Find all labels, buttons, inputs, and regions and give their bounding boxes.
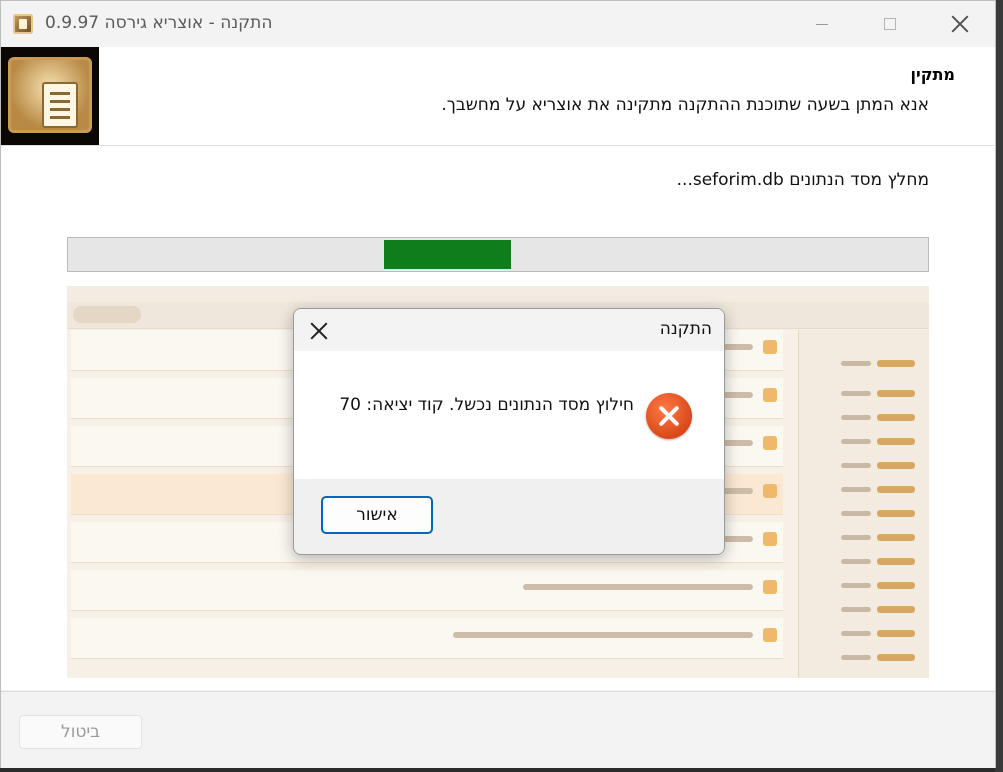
maximize-button[interactable]	[867, 1, 913, 47]
close-button[interactable]	[937, 1, 983, 47]
progress-bar-fill	[384, 240, 511, 269]
dialog-body: חילוץ מסד הנתונים נכשל. קוד יציאה: 70	[294, 351, 724, 479]
desktop-background	[995, 0, 1003, 772]
minimize-button[interactable]	[799, 1, 845, 47]
otzaria-logo	[1, 47, 99, 145]
error-dialog: התקנה חילוץ מסד הנתונים נכשל. קוד יציאה:…	[293, 308, 725, 555]
dialog-message: חילוץ מסד הנתונים נכשל. קוד יציאה: 70	[339, 395, 634, 415]
header-panel: מתקין אנא המתן בשעה שתוכנת ההתקנה מתקינה…	[1, 47, 995, 146]
dialog-title: התקנה	[659, 319, 712, 339]
progress-bar	[67, 237, 929, 272]
title-bar[interactable]: התקנה - אוצריא גירסה 0.9.97	[1, 1, 995, 47]
dialog-footer: אישור	[294, 479, 724, 554]
minimize-icon	[816, 23, 828, 25]
maximize-icon	[884, 18, 896, 30]
footer-bar: ביטול	[1, 691, 995, 768]
error-icon	[646, 393, 692, 439]
status-text: מחלץ מסד הנתונים seforim.db...	[676, 170, 929, 190]
dialog-close-icon[interactable]	[310, 322, 328, 340]
cancel-button[interactable]: ביטול	[19, 715, 142, 749]
close-icon	[951, 15, 969, 33]
app-icon	[13, 14, 33, 34]
page-subtitle: אנא המתן בשעה שתוכנת ההתקנה מתקינה את או…	[441, 95, 929, 115]
page-title: מתקין	[910, 65, 956, 84]
ok-button[interactable]: אישור	[322, 497, 432, 533]
dialog-title-bar[interactable]: התקנה	[294, 309, 724, 351]
window-title: התקנה - אוצריא גירסה 0.9.97	[45, 13, 273, 33]
